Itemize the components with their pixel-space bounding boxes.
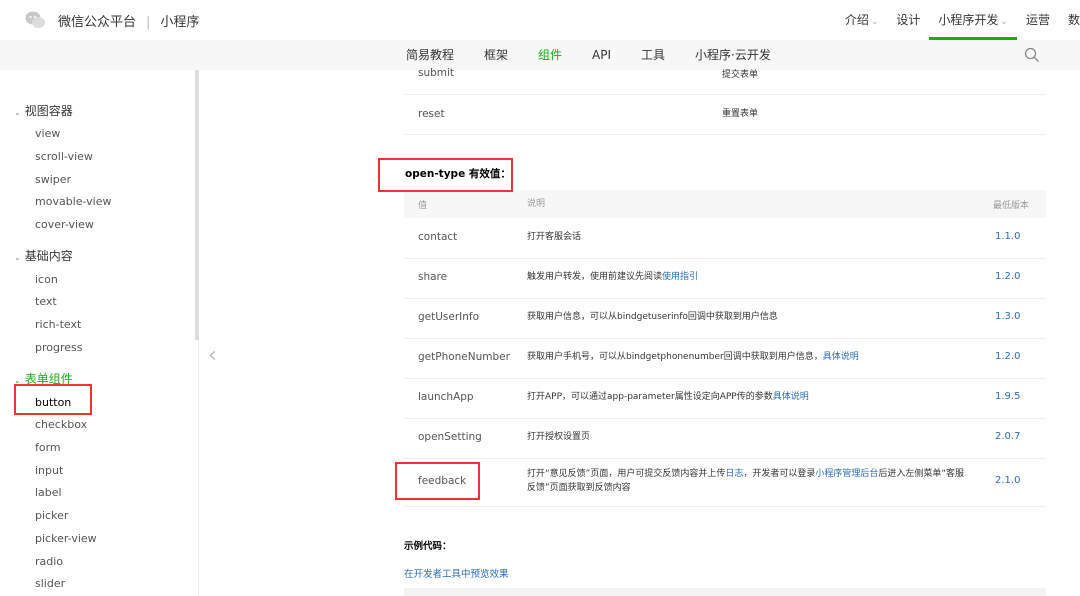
chevron-down-icon: ⌄	[1000, 17, 1008, 27]
example-code-title: 示例代码：	[404, 541, 452, 552]
row-desc: 重置表单	[722, 109, 759, 119]
row-version: 2.1.0	[995, 475, 1021, 486]
table-row: contact 打开客服会话 1.1.0	[404, 218, 1046, 259]
search-icon[interactable]	[1024, 47, 1040, 63]
highlight-box-feedback	[395, 462, 480, 500]
row-value: submit	[418, 67, 455, 79]
tab-tutorial[interactable]: 简易教程	[406, 40, 454, 70]
top-header: 微信公众平台 | 小程序 介绍 ⌄ 设计 小程序开发 ⌄ 运营 数	[0, 0, 1080, 41]
table-row: getUserInfo 获取用户信息，可以从bindgetuserinfo回调中…	[404, 298, 1046, 339]
row-desc: 获取用户手机号，可以从bindgetphonenumber回调中获取到用户信息，…	[527, 352, 859, 362]
row-value: getPhoneNumber	[418, 351, 510, 363]
sidebar-item-swiper[interactable]: swiper	[35, 173, 71, 186]
sidebar-item-picker[interactable]: picker	[35, 509, 68, 522]
row-value: contact	[418, 231, 458, 243]
sidebar-item-slider[interactable]: slider	[35, 577, 65, 590]
admin-console-link[interactable]: 小程序管理后台	[815, 469, 878, 479]
log-link[interactable]: 日志	[725, 469, 743, 479]
chevron-down-icon: ⌄	[870, 17, 879, 27]
highlight-box-button	[14, 384, 92, 415]
tab-tools[interactable]: 工具	[641, 40, 665, 70]
row-desc: 提交表单	[722, 70, 759, 80]
chevron-down-icon: ⌄	[14, 253, 21, 262]
code-block	[404, 588, 1046, 596]
row-value: share	[418, 271, 448, 283]
row-desc: 打开客服会话	[527, 232, 582, 242]
details-link[interactable]: 具体说明	[823, 352, 859, 362]
brand-product: 小程序	[160, 15, 200, 30]
sidebar-item-input[interactable]: input	[35, 464, 63, 477]
sidebar-item-movable-view[interactable]: movable-view	[35, 195, 112, 208]
sub-nav-bar: 简易教程 框架 组件 API 工具 小程序·云开发	[0, 40, 1080, 70]
wechat-logo-icon	[25, 11, 45, 28]
tab-components[interactable]: 组件	[538, 40, 562, 70]
sidebar-item-label[interactable]: label	[35, 486, 62, 499]
sidebar-group-view-containers[interactable]: ⌄ 视图容器	[14, 102, 73, 119]
table-row: getPhoneNumber 获取用户手机号，可以从bindgetphonenu…	[404, 338, 1046, 379]
table-row: feedback 打开“意见反馈”页面，用户可提交反馈内容并上传日志，开发者可以…	[404, 458, 1046, 507]
sidebar-item-checkbox[interactable]: checkbox	[35, 418, 87, 431]
sidebar-item-scroll-view[interactable]: scroll-view	[35, 150, 93, 163]
table-row: share 触发用户转发，使用前建议先阅读使用指引 1.2.0	[404, 258, 1046, 299]
tab-api[interactable]: API	[592, 40, 611, 70]
row-version: 1.2.0	[995, 271, 1021, 282]
sidebar	[0, 70, 199, 596]
top-nav: 介绍 ⌄ 设计 小程序开发 ⌄ 运营 数	[836, 0, 1080, 40]
preview-in-devtools-link[interactable]: 在开发者工具中预览效果	[404, 566, 509, 580]
nav-miniprogram-dev[interactable]: 小程序开发 ⌄	[929, 0, 1017, 40]
highlight-box-open-type	[378, 158, 513, 192]
header-value: 值	[418, 201, 428, 211]
header-desc: 说明	[527, 199, 546, 209]
table-row: openSetting 打开授权设置页 2.0.7	[404, 418, 1046, 459]
row-desc: 触发用户转发，使用前建议先阅读使用指引	[527, 272, 699, 282]
row-desc: 打开APP，可以通过app-parameter属性设定向APP传的参数具体说明	[527, 392, 809, 402]
row-value: openSetting	[418, 431, 482, 443]
nav-data[interactable]: 数	[1059, 0, 1080, 40]
row-version: 1.3.0	[995, 311, 1021, 322]
sidebar-item-progress[interactable]: progress	[35, 341, 83, 354]
row-version: 1.1.0	[995, 231, 1021, 242]
brand-name: 微信公众平台	[58, 15, 137, 30]
row-value: launchApp	[418, 391, 474, 403]
sidebar-item-view[interactable]: view	[35, 127, 60, 140]
sidebar-item-rich-text[interactable]: rich-text	[35, 318, 81, 331]
table-row: reset 重置表单	[404, 94, 1046, 135]
tab-cloud[interactable]: 小程序·云开发	[695, 40, 771, 70]
nav-intro[interactable]: 介绍 ⌄	[836, 0, 888, 40]
row-version: 1.2.0	[995, 351, 1021, 362]
sidebar-item-picker-view[interactable]: picker-view	[35, 532, 97, 545]
row-value: getUserInfo	[418, 311, 480, 323]
nav-operations[interactable]: 运营	[1017, 0, 1059, 40]
brand[interactable]: 微信公众平台 | 小程序	[58, 11, 199, 30]
table-header: 值 说明 最低版本	[404, 190, 1046, 218]
row-value: reset	[418, 108, 445, 120]
row-version: 2.0.7	[995, 431, 1021, 442]
sub-nav: 简易教程 框架 组件 API 工具 小程序·云开发	[406, 40, 801, 70]
header-version: 最低版本	[993, 201, 1030, 211]
sidebar-item-radio[interactable]: radio	[35, 555, 63, 568]
sidebar-item-form[interactable]: form	[35, 441, 61, 454]
sidebar-item-icon[interactable]: icon	[35, 273, 58, 286]
chevron-down-icon: ⌄	[14, 108, 21, 117]
row-desc: 打开授权设置页	[527, 432, 591, 442]
details-link[interactable]: 具体说明	[773, 392, 809, 402]
sidebar-scrollbar[interactable]	[195, 70, 199, 340]
sidebar-item-cover-view[interactable]: cover-view	[35, 218, 94, 231]
row-desc: 获取用户信息，可以从bindgetuserinfo回调中获取到用户信息	[527, 312, 778, 322]
table-row: launchApp 打开APP，可以通过app-parameter属性设定向AP…	[404, 378, 1046, 419]
table-row: submit 提交表单	[404, 67, 1046, 95]
sidebar-item-text[interactable]: text	[35, 295, 57, 308]
row-desc: 打开“意见反馈”页面，用户可提交反馈内容并上传日志，开发者可以登录小程序管理后台…	[527, 469, 965, 493]
tab-framework[interactable]: 框架	[484, 40, 508, 70]
brand-separator: |	[146, 15, 151, 30]
chevron-left-icon[interactable]: ‹	[208, 343, 217, 368]
sidebar-group-basic-content[interactable]: ⌄ 基础内容	[14, 247, 73, 264]
row-version: 1.9.5	[995, 391, 1021, 402]
nav-design[interactable]: 设计	[887, 0, 929, 40]
usage-guide-link[interactable]: 使用指引	[662, 272, 698, 282]
